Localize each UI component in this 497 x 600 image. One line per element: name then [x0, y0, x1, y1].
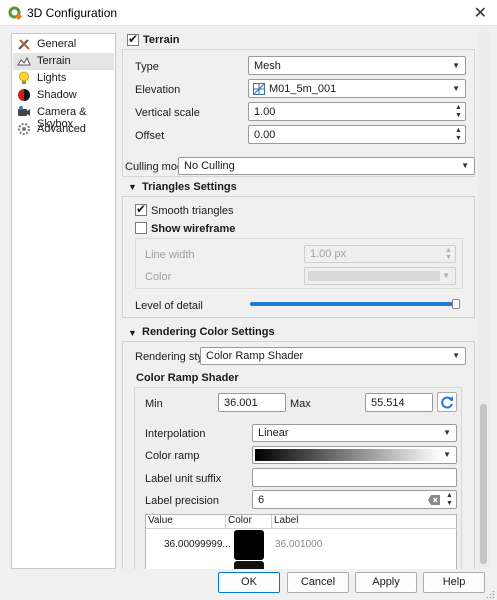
chevron-down-icon: ▼ — [442, 271, 450, 280]
elevation-dropdown[interactable]: M01_5m_001 ▼ — [248, 79, 466, 98]
smooth-triangles-label: Smooth triangles — [151, 205, 234, 217]
terrain-group-title: Terrain — [143, 34, 180, 46]
vertical-scrollbar[interactable] — [478, 29, 489, 569]
show-wireframe-checkbox[interactable] — [135, 222, 147, 234]
chevron-down-icon: ▼ — [461, 161, 469, 170]
scrollbar-thumb[interactable] — [480, 404, 487, 564]
chevron-down-icon: ▼ — [452, 61, 460, 70]
spin-arrows-icon: ▲ ▼ — [445, 247, 452, 261]
apply-button[interactable]: Apply — [355, 572, 417, 593]
color-ramp-button[interactable]: ▼ — [252, 446, 457, 464]
spin-arrows-icon[interactable]: ▲ ▼ — [453, 127, 464, 142]
qgis-icon — [8, 6, 23, 21]
min-input[interactable]: 36.001 — [218, 393, 286, 412]
sidebar-item-lights[interactable]: Lights — [13, 70, 114, 87]
refresh-button[interactable] — [437, 392, 457, 412]
smooth-triangles-checkbox[interactable]: ✔ — [135, 202, 147, 216]
table-row[interactable]: 36.00099999... 36.001000 — [146, 530, 457, 560]
interpolation-dropdown[interactable]: Linear ▼ — [252, 424, 457, 442]
max-label: Max — [290, 398, 311, 410]
window-title: 3D Configuration — [27, 6, 118, 20]
wireframe-color-label: Color — [145, 271, 172, 283]
sidebar-item-label: Shadow — [37, 89, 77, 101]
label-unit-suffix-input[interactable] — [252, 468, 457, 487]
advanced-icon — [18, 123, 30, 135]
rendering-style-dropdown[interactable]: Color Ramp Shader ▼ — [200, 347, 466, 365]
table-header-value[interactable]: Value — [146, 515, 226, 529]
cancel-button[interactable]: Cancel — [287, 572, 349, 593]
min-label: Min — [145, 398, 163, 410]
line-width-spinbox[interactable]: 1.00 px ▲ ▼ — [304, 245, 456, 263]
wireframe-color-button[interactable]: ▼ — [304, 267, 456, 285]
table-cell-label: 36.001000 — [275, 539, 323, 550]
max-input[interactable]: 55.514 — [365, 393, 433, 412]
sidebar-item-label: Lights — [37, 72, 67, 84]
level-of-detail-label: Level of detail — [135, 300, 203, 312]
sidebar: General Terrain Lights Shadow Camera & S… — [11, 33, 116, 569]
label-unit-suffix-label: Label unit suffix — [145, 473, 222, 485]
type-dropdown[interactable]: Mesh ▼ — [248, 56, 466, 75]
offset-label: Offset — [135, 130, 165, 142]
terrain-icon — [17, 56, 31, 66]
terrain-checkbox[interactable]: ✔ — [127, 32, 139, 46]
type-label: Type — [135, 61, 159, 73]
slider-fill — [250, 302, 460, 306]
sidebar-item-label: Advanced — [37, 123, 86, 135]
sidebar-item-camera-skybox[interactable]: Camera & Skybox — [13, 104, 114, 130]
help-button[interactable]: Help — [423, 572, 485, 593]
spin-arrows-icon[interactable]: ▲ ▼ — [444, 492, 455, 507]
vertical-scale-label: Vertical scale — [135, 107, 200, 119]
line-width-label: Line width — [145, 249, 195, 261]
label-precision-spinbox[interactable]: 6 ▲ ▼ — [252, 490, 457, 509]
mesh-layer-icon — [253, 83, 265, 95]
slider-handle[interactable] — [452, 299, 460, 309]
chevron-down-icon: ▼ — [443, 450, 451, 459]
collapse-arrow-icon[interactable]: ▼ — [128, 328, 137, 338]
sidebar-item-advanced[interactable]: Advanced — [13, 121, 114, 138]
refresh-icon — [441, 396, 453, 409]
culling-mode-dropdown[interactable]: No Culling ▼ — [178, 157, 475, 175]
rendering-color-settings-header: Rendering Color Settings — [142, 326, 275, 338]
sidebar-item-general[interactable]: General — [13, 36, 114, 53]
interpolation-label: Interpolation — [145, 428, 206, 440]
title-bar: 3D Configuration ✕ — [0, 0, 497, 26]
sidebar-item-terrain[interactable]: Terrain — [13, 53, 114, 70]
collapse-arrow-icon[interactable]: ▼ — [128, 182, 137, 192]
label-precision-label: Label precision — [145, 495, 219, 507]
clear-icon[interactable] — [428, 495, 440, 505]
table-header-color[interactable]: Color — [226, 515, 272, 529]
color-ramp-label: Color ramp — [145, 450, 200, 462]
sidebar-item-label: Terrain — [37, 55, 71, 67]
color-ramp-table: Value Color Label 36.00099999... 36.0010… — [145, 514, 457, 569]
close-icon[interactable]: ✕ — [474, 3, 487, 23]
level-of-detail-slider[interactable] — [250, 299, 460, 309]
sidebar-item-shadow[interactable]: Shadow — [13, 87, 114, 104]
triangles-settings-header: Triangles Settings — [142, 181, 237, 193]
chevron-down-icon: ▼ — [452, 84, 460, 93]
elevation-label: Elevation — [135, 84, 181, 96]
chevron-down-icon: ▼ — [443, 428, 451, 437]
settings-panel: ✔ Terrain Type Mesh ▼ Elevation M01_5m_0… — [120, 29, 477, 569]
color-ramp-gradient — [255, 449, 441, 461]
chevron-down-icon: ▼ — [452, 351, 460, 360]
table-cell-value: 36.00099999... — [164, 539, 231, 550]
spin-arrows-icon[interactable]: ▲ ▼ — [453, 104, 464, 119]
lightbulb-icon — [19, 71, 29, 84]
vertical-scale-spinbox[interactable]: 1.00 ▲ ▼ — [248, 102, 466, 121]
ok-button[interactable]: OK — [218, 572, 280, 593]
show-wireframe-label: Show wireframe — [151, 223, 236, 235]
offset-spinbox[interactable]: 0.00 ▲ ▼ — [248, 125, 466, 144]
camera-icon — [18, 106, 30, 116]
dialog-buttons: OK Cancel Apply Help — [0, 569, 497, 600]
color-swatch[interactable] — [234, 561, 264, 569]
table-header-label[interactable]: Label — [272, 515, 457, 529]
color-ramp-shader-title: Color Ramp Shader — [136, 372, 239, 384]
color-swatch[interactable] — [234, 530, 264, 560]
shadow-icon — [18, 89, 30, 101]
tools-icon — [18, 39, 30, 50]
resize-grip-icon[interactable] — [486, 590, 495, 599]
sidebar-item-label: General — [37, 38, 77, 50]
